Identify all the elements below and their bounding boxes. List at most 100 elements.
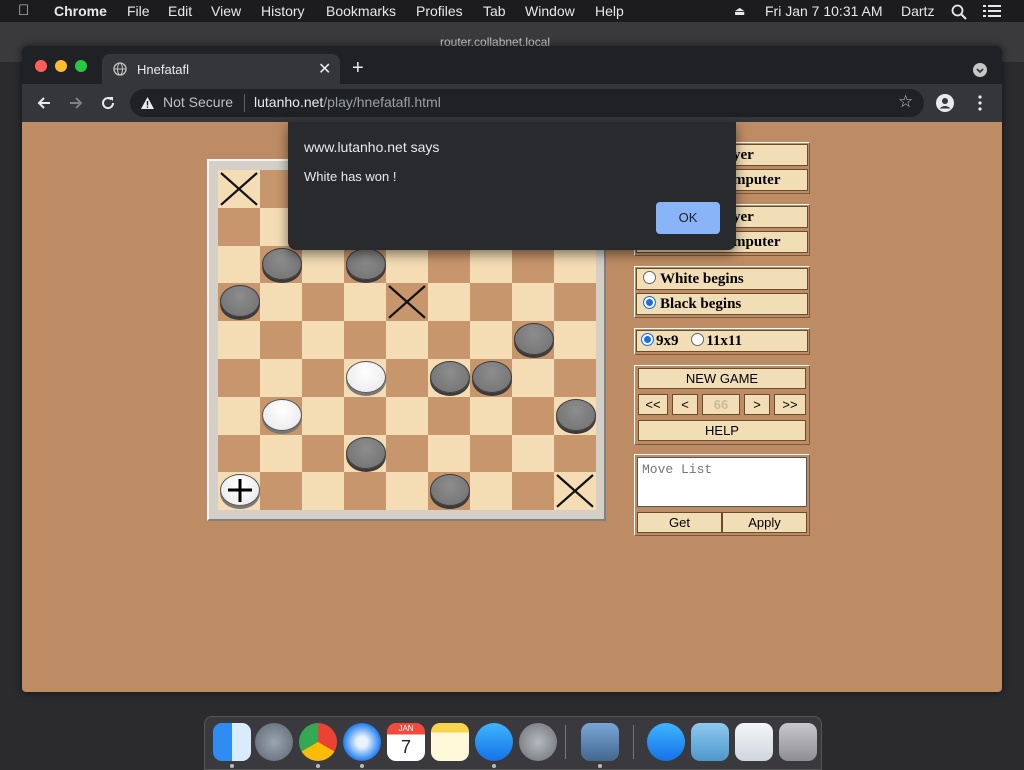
- zoom-window-button[interactable]: [75, 60, 87, 72]
- menu-view[interactable]: View: [211, 3, 241, 19]
- menu-bookmarks[interactable]: Bookmarks: [326, 3, 396, 19]
- back-arrow-icon[interactable]: [36, 95, 52, 111]
- board-square[interactable]: [302, 434, 344, 473]
- previous-move-button[interactable]: <: [672, 394, 698, 415]
- board-square[interactable]: [512, 359, 554, 397]
- launchpad-icon[interactable]: [255, 723, 293, 761]
- king-piece[interactable]: [220, 474, 260, 507]
- board-square[interactable]: [302, 283, 344, 322]
- board-square[interactable]: [302, 396, 344, 435]
- address-bar[interactable]: Not Secure lutanho.net/play/hnefatafl.ht…: [130, 89, 924, 117]
- black-piece[interactable]: [262, 247, 302, 280]
- menu-profiles[interactable]: Profiles: [416, 3, 463, 19]
- white-begins-option[interactable]: White begins: [636, 268, 808, 290]
- last-move-button[interactable]: >>: [774, 394, 806, 415]
- board-square[interactable]: [386, 434, 428, 473]
- board-square[interactable]: [554, 245, 596, 284]
- board-square[interactable]: [260, 359, 302, 397]
- next-move-button[interactable]: >: [744, 394, 770, 415]
- more-menu-icon[interactable]: [977, 95, 983, 111]
- board-square[interactable]: [218, 245, 260, 284]
- finder-icon[interactable]: [213, 723, 251, 761]
- board-square[interactable]: [386, 321, 428, 359]
- board-square[interactable]: [218, 396, 260, 435]
- size-9x9-radio[interactable]: [641, 333, 654, 346]
- board-square[interactable]: [344, 283, 386, 322]
- board-square[interactable]: [260, 472, 302, 511]
- board-square[interactable]: [512, 283, 554, 322]
- minimize-window-button[interactable]: [55, 60, 67, 72]
- tab-search-chevron-icon[interactable]: [973, 63, 987, 77]
- white-piece[interactable]: [346, 361, 386, 393]
- menu-edit[interactable]: Edit: [168, 3, 192, 19]
- board-square[interactable]: [512, 245, 554, 284]
- menu-app-name[interactable]: Chrome: [54, 3, 107, 19]
- black-piece[interactable]: [346, 436, 386, 469]
- board-square[interactable]: [260, 434, 302, 473]
- board-square[interactable]: [428, 245, 470, 284]
- size-11x11-radio[interactable]: [691, 333, 705, 346]
- board-square[interactable]: [470, 283, 512, 322]
- board-square[interactable]: [554, 321, 596, 359]
- close-window-button[interactable]: [35, 60, 47, 72]
- board-square[interactable]: [386, 472, 428, 511]
- board-square[interactable]: [428, 321, 470, 359]
- spotlight-search-icon[interactable]: [951, 4, 967, 20]
- white-piece[interactable]: [262, 398, 302, 431]
- board-square[interactable]: [302, 321, 344, 359]
- black-piece[interactable]: [346, 247, 386, 280]
- board-square[interactable]: [554, 359, 596, 397]
- board-square[interactable]: [470, 321, 512, 359]
- board-square[interactable]: [470, 434, 512, 473]
- reload-icon[interactable]: [100, 95, 116, 111]
- board-square[interactable]: [428, 396, 470, 435]
- first-move-button[interactable]: <<: [638, 394, 668, 415]
- board-square[interactable]: [218, 207, 260, 246]
- board-square[interactable]: [344, 472, 386, 511]
- board-square[interactable]: [260, 321, 302, 359]
- board-square[interactable]: [554, 434, 596, 473]
- board-square[interactable]: [218, 321, 260, 359]
- app-store-icon[interactable]: [475, 723, 513, 761]
- profile-avatar-icon[interactable]: [936, 94, 954, 112]
- menu-clock[interactable]: Fri Jan 7 10:31 AM: [765, 3, 883, 19]
- board-square[interactable]: [470, 472, 512, 511]
- notes-icon[interactable]: [431, 723, 469, 761]
- trash-icon[interactable]: [779, 723, 817, 761]
- board-square[interactable]: [554, 283, 596, 322]
- forward-arrow-icon[interactable]: [68, 95, 84, 111]
- get-button[interactable]: Get: [637, 512, 722, 533]
- board-square[interactable]: [218, 434, 260, 473]
- menu-history[interactable]: History: [261, 3, 305, 19]
- black-begins-option[interactable]: Black begins: [636, 293, 808, 315]
- warning-icon[interactable]: [140, 96, 155, 110]
- menu-help[interactable]: Help: [595, 3, 624, 19]
- calendar-icon[interactable]: JAN 7: [387, 723, 425, 761]
- safari-icon[interactable]: [343, 723, 381, 761]
- app-store-2-icon[interactable]: [647, 723, 685, 761]
- board-square[interactable]: [302, 472, 344, 511]
- board-square[interactable]: [344, 321, 386, 359]
- board-square[interactable]: [302, 359, 344, 397]
- system-preferences-icon[interactable]: [519, 723, 557, 761]
- new-game-button[interactable]: NEW GAME: [638, 368, 806, 389]
- menu-user[interactable]: Dartz: [901, 3, 934, 19]
- board-square[interactable]: [386, 359, 428, 397]
- eject-icon[interactable]: ⏏: [734, 4, 745, 18]
- board-square[interactable]: [512, 396, 554, 435]
- board-square[interactable]: [512, 434, 554, 473]
- black-begins-radio[interactable]: [643, 296, 656, 309]
- board-square[interactable]: [218, 359, 260, 397]
- new-tab-icon[interactable]: +: [352, 58, 364, 78]
- url-text[interactable]: lutanho.net/play/hnefatafl.html: [254, 94, 441, 110]
- menu-file[interactable]: File: [127, 3, 150, 19]
- board-square[interactable]: [470, 245, 512, 284]
- security-label[interactable]: Not Secure: [163, 94, 233, 110]
- tab-hnefatafl[interactable]: Hnefatafl ✕: [102, 54, 340, 84]
- chrome-icon[interactable]: [299, 723, 337, 761]
- help-button[interactable]: HELP: [638, 420, 806, 441]
- board-square[interactable]: [302, 245, 344, 284]
- move-list-textarea[interactable]: [637, 457, 807, 507]
- black-piece[interactable]: [430, 361, 470, 393]
- black-piece[interactable]: [472, 361, 512, 393]
